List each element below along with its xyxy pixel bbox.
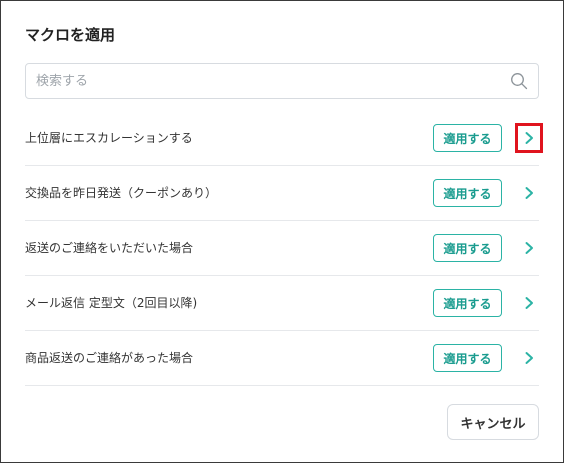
macro-row: 商品返送のご連絡があった場合 適用する	[25, 331, 539, 386]
search-icon[interactable]	[510, 72, 528, 90]
macro-row: 交換品を昨日発送（クーポンあり） 適用する	[25, 166, 539, 221]
macro-row: 返送のご連絡をいただいた場合 適用する	[25, 221, 539, 276]
macro-label: 返送のご連絡をいただいた場合	[25, 241, 194, 255]
macro-list: 上位層にエスカレーションする 適用する 交換品を昨日発送（クーポンあり） 適用す…	[25, 111, 543, 386]
macro-label: 上位層にエスカレーションする	[25, 131, 193, 145]
chevron-right-icon[interactable]	[517, 181, 541, 205]
search-box[interactable]	[25, 63, 539, 99]
macro-label: 交換品を昨日発送（クーポンあり）	[25, 186, 218, 200]
macro-label: メール返信 定型文（2回目以降)	[25, 296, 198, 310]
macro-row: 上位層にエスカレーションする 適用する	[25, 111, 543, 166]
cancel-button[interactable]: キャンセル	[447, 404, 539, 440]
apply-button[interactable]: 適用する	[433, 289, 502, 317]
apply-macro-dialog: マクロを適用 上位層にエスカレーションする 適用する 交換品を昨日発送（クーポン…	[0, 0, 564, 463]
chevron-right-icon[interactable]	[515, 123, 543, 153]
apply-button[interactable]: 適用する	[433, 344, 502, 372]
apply-button[interactable]: 適用する	[433, 234, 502, 262]
chevron-right-icon[interactable]	[517, 291, 541, 315]
apply-button[interactable]: 適用する	[433, 179, 502, 207]
chevron-right-icon[interactable]	[517, 236, 541, 260]
macro-row: メール返信 定型文（2回目以降) 適用する	[25, 276, 539, 331]
search-input[interactable]	[36, 64, 496, 98]
dialog-title: マクロを適用	[25, 26, 116, 44]
apply-button[interactable]: 適用する	[433, 124, 502, 152]
macro-label: 商品返送のご連絡があった場合	[25, 351, 194, 365]
chevron-right-icon[interactable]	[517, 346, 541, 370]
